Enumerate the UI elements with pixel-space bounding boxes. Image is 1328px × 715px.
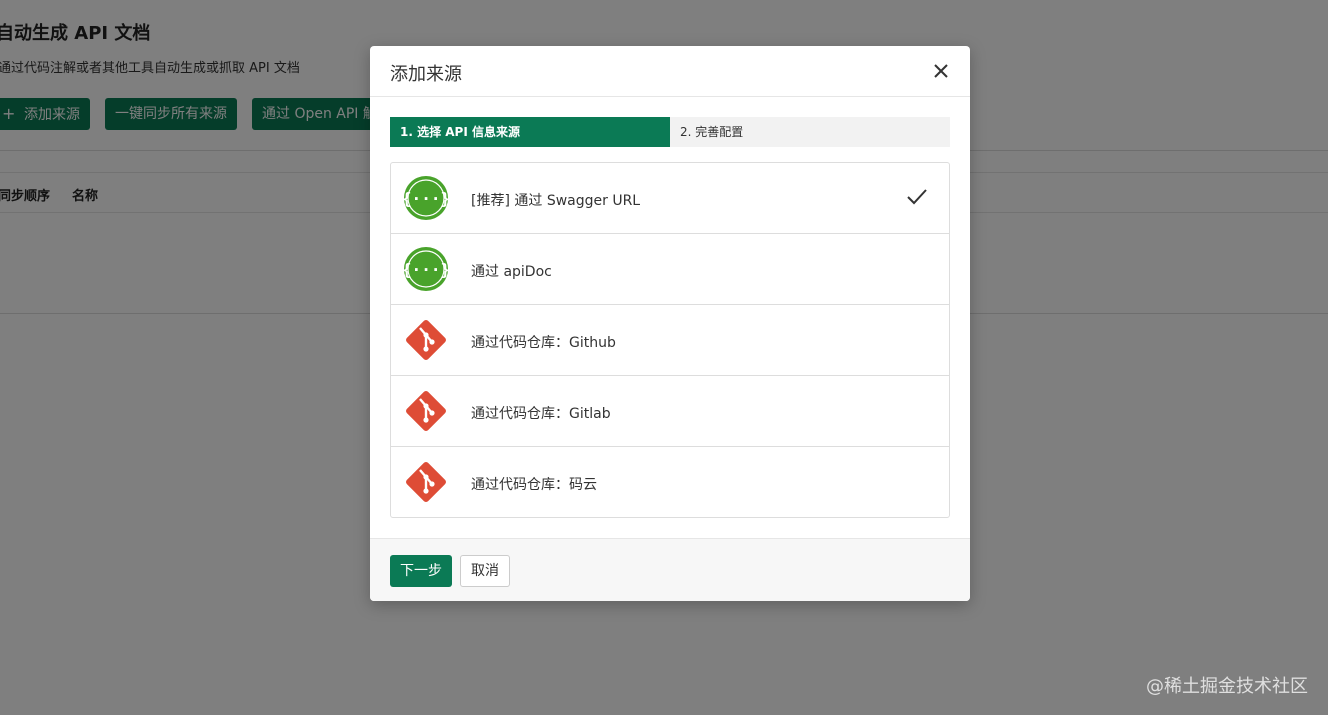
swagger-icon: {···}	[403, 247, 449, 291]
cancel-button[interactable]: 取消	[460, 555, 510, 587]
swagger-icon: {···}	[403, 176, 449, 220]
dialog-footer: 下一步 取消	[370, 538, 970, 601]
git-icon	[406, 320, 446, 360]
step-2-configure: 2. 完善配置	[680, 125, 744, 139]
svg-text:{···}: {···}	[403, 189, 449, 208]
step-indicator: 1. 选择 API 信息来源 2. 完善配置	[390, 117, 950, 147]
add-source-dialog: 添加来源 1. 选择 API 信息来源 2. 完善配置 {···} [推荐] 通…	[370, 46, 970, 601]
git-icon	[406, 391, 446, 431]
source-option-apidoc[interactable]: {···} 通过 apiDoc	[391, 234, 949, 305]
close-icon[interactable]	[930, 60, 952, 82]
source-list: {···} [推荐] 通过 Swagger URL {···} 通过 apiDo…	[390, 162, 950, 518]
svg-text:{···}: {···}	[403, 260, 449, 279]
check-icon	[907, 189, 927, 205]
git-icon	[406, 462, 446, 502]
dialog-title: 添加来源	[390, 64, 462, 85]
source-option-label: 通过代码仓库：码云	[471, 477, 597, 493]
source-option-label: 通过代码仓库：Github	[471, 335, 616, 351]
source-option-label: 通过代码仓库：Gitlab	[471, 406, 611, 422]
source-option-label: [推荐] 通过 Swagger URL	[471, 193, 641, 209]
source-option-swagger-url[interactable]: {···} [推荐] 通过 Swagger URL	[391, 163, 949, 234]
watermark: @稀土掘金技术社区	[1146, 676, 1308, 697]
step-1-select-source: 1. 选择 API 信息来源	[390, 117, 670, 147]
next-step-button[interactable]: 下一步	[390, 555, 452, 587]
source-option-github[interactable]: 通过代码仓库：Github	[391, 305, 949, 376]
source-option-gitee[interactable]: 通过代码仓库：码云	[391, 447, 949, 518]
source-option-label: 通过 apiDoc	[471, 264, 552, 280]
dialog-header: 添加来源	[370, 46, 970, 97]
source-option-gitlab[interactable]: 通过代码仓库：Gitlab	[391, 376, 949, 447]
